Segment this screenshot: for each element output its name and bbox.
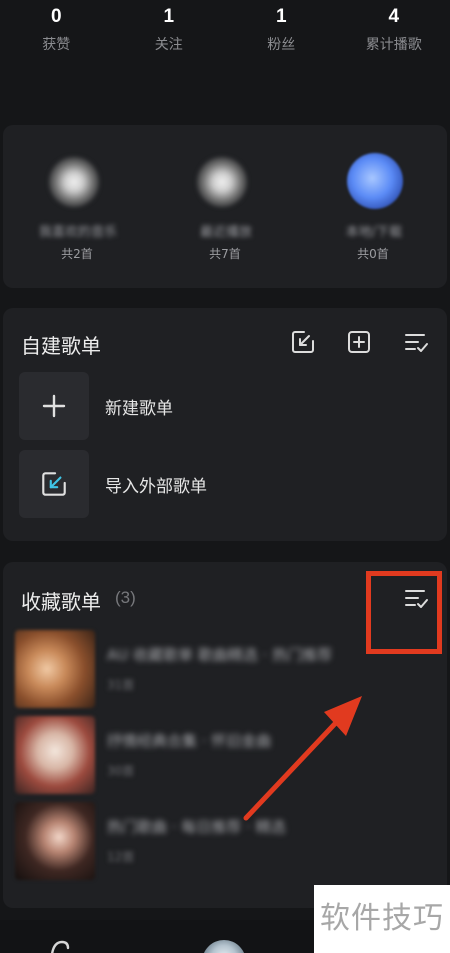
- quick-playlist-liked[interactable]: 我喜欢的音乐 共2首: [3, 125, 151, 288]
- new-playlist-label: 新建歌单: [105, 399, 173, 419]
- quick-playlist-recent[interactable]: 最近播放 共7首: [151, 125, 299, 288]
- manage-list-icon[interactable]: [402, 328, 430, 356]
- playlist-row[interactable]: 热门歌曲 · 每日推荐 · 精选 12首: [15, 802, 445, 882]
- playlist-name: 我喜欢的音乐: [38, 225, 117, 240]
- stat-following[interactable]: 1 关注: [113, 0, 226, 70]
- stat-value: 4: [388, 6, 400, 27]
- playlist-name: 最近播放: [199, 225, 252, 240]
- quick-playlists-card: 我喜欢的音乐 共2首 最近播放 共7首 本地/下载 共0首: [3, 125, 447, 288]
- stat-followers[interactable]: 1 粉丝: [225, 0, 338, 70]
- playlist-name: AU 收藏歌单 歌曲精选 · 热门推荐: [107, 646, 333, 664]
- stat-label: 关注: [154, 37, 183, 53]
- playlist-track-count: 30首: [107, 764, 135, 778]
- plus-icon: [42, 394, 66, 418]
- playlist-cover: [347, 153, 403, 209]
- add-playlist-icon[interactable]: [345, 328, 373, 356]
- stat-value: 0: [50, 6, 62, 27]
- new-playlist-button[interactable]: 新建歌单: [19, 372, 439, 440]
- music-note-icon[interactable]: [48, 940, 72, 953]
- watermark: 软件技巧: [314, 885, 450, 953]
- stat-plays[interactable]: 4 累计播歌: [338, 0, 450, 70]
- playlist-name: 本地/下载: [345, 225, 403, 240]
- playlist-name: 抒情经典合集 · 怀旧金曲: [107, 732, 272, 750]
- playlist-cover: [15, 716, 95, 794]
- section-title: 收藏歌单: [21, 590, 101, 614]
- import-playlist-button[interactable]: 导入外部歌单: [19, 450, 439, 518]
- import-playlist-label: 导入外部歌单: [105, 477, 207, 497]
- profile-stats: 0 获赞 1 关注 1 粉丝 4 累计播歌: [0, 0, 450, 70]
- quick-playlist-local[interactable]: 本地/下载 共0首: [299, 125, 447, 288]
- playlist-cover: [197, 157, 247, 207]
- playlist-cover: [15, 630, 95, 708]
- playlist-track-count: 12首: [107, 850, 135, 864]
- section-title: 自建歌单: [21, 334, 101, 358]
- stat-likes[interactable]: 0 获赞: [0, 0, 113, 70]
- stat-value: 1: [163, 6, 175, 27]
- playlist-count: 共2首: [61, 247, 93, 261]
- stat-label: 累计播歌: [365, 37, 422, 53]
- new-playlist-tile: [19, 372, 89, 440]
- created-playlists-card: 自建歌单 新建歌单 导入外部歌单: [3, 308, 447, 541]
- playlist-count: 共7首: [209, 247, 241, 261]
- playlist-total-count: (3): [115, 588, 136, 607]
- avatar[interactable]: [202, 940, 246, 953]
- import-icon[interactable]: [289, 328, 317, 356]
- import-icon: [42, 472, 66, 496]
- playlist-track-count: 31首: [107, 678, 135, 692]
- playlist-count: 共0首: [357, 247, 389, 261]
- stat-label: 获赞: [42, 37, 71, 53]
- stat-label: 粉丝: [267, 37, 296, 53]
- import-playlist-tile: [19, 450, 89, 518]
- highlight-box: [366, 571, 442, 654]
- playlist-row[interactable]: 抒情经典合集 · 怀旧金曲 30首: [15, 716, 445, 796]
- playlist-cover: [49, 157, 99, 207]
- playlist-name: 热门歌曲 · 每日推荐 · 精选: [107, 818, 286, 836]
- playlist-cover: [15, 802, 95, 880]
- stat-value: 1: [275, 6, 287, 27]
